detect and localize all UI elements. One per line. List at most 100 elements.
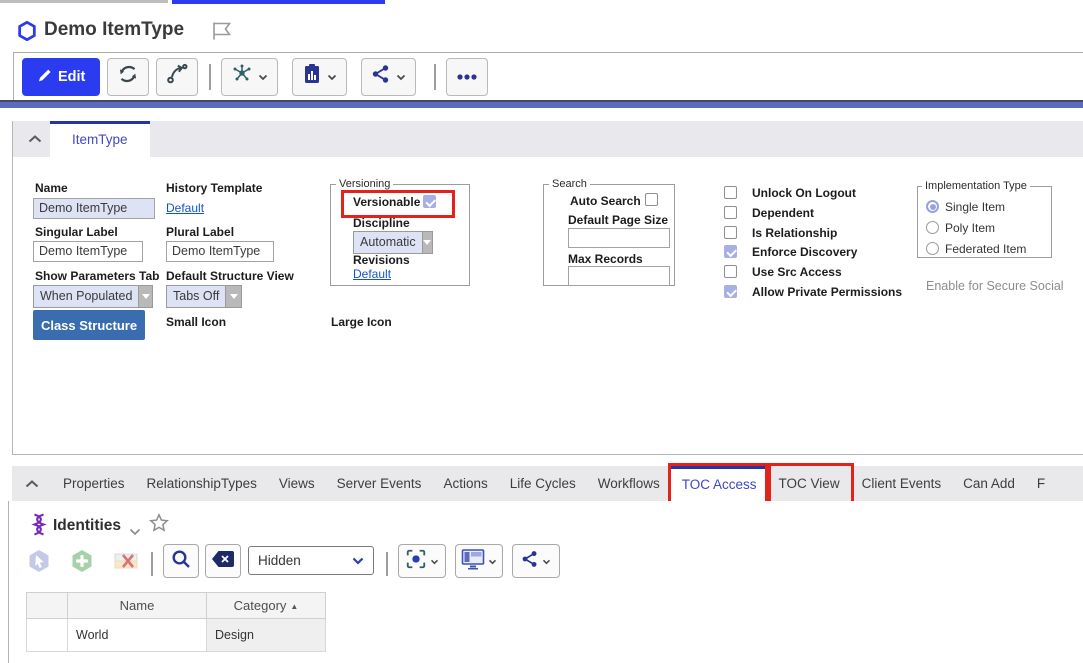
main-toolbar: Edit (13, 52, 1083, 100)
tab-toc-access[interactable]: TOC Access (671, 466, 768, 501)
share-relationships-button[interactable] (512, 544, 560, 578)
collapse-relationships-button[interactable] (12, 466, 52, 501)
top-strip-gray (0, 0, 168, 3)
chevron-down-icon[interactable] (138, 286, 152, 307)
grid-header-name[interactable]: Name (68, 593, 207, 619)
chevron-down-icon (352, 553, 364, 568)
single-item-radio[interactable] (926, 200, 939, 213)
grid-header-rowhandle[interactable] (27, 593, 68, 619)
flag-icon[interactable] (210, 21, 232, 46)
reports-button[interactable] (292, 58, 347, 96)
federated-item-radio[interactable] (926, 242, 939, 255)
tab-server-events[interactable]: Server Events (326, 466, 433, 501)
unlock-on-logout-label: Unlock On Logout (752, 186, 856, 200)
focus-target-icon (405, 548, 427, 575)
poly-item-label: Poly Item (945, 221, 995, 235)
history-template-link[interactable]: Default (166, 201, 204, 215)
poly-item-radio[interactable] (926, 221, 939, 234)
itemtype-hexagon-icon (16, 20, 38, 47)
unlock-on-logout-checkbox[interactable] (724, 186, 737, 199)
tab-views[interactable]: Views (268, 466, 326, 501)
share-button[interactable] (361, 58, 416, 96)
tab-can-add[interactable]: Can Add (952, 466, 1026, 501)
name-field[interactable]: Demo ItemType (33, 198, 155, 219)
revisions-link[interactable]: Default (353, 267, 391, 281)
top-strip-blue (172, 0, 385, 4)
discipline-label: Discipline (353, 216, 410, 230)
federated-item-label: Federated Item (945, 242, 1026, 256)
promote-button[interactable] (156, 58, 198, 96)
tab-itemtype[interactable]: ItemType (50, 121, 150, 157)
run-search-button[interactable] (163, 544, 199, 578)
grid-cell-rowhandle[interactable] (27, 619, 68, 652)
default-structure-select[interactable]: Tabs Off (166, 285, 242, 308)
dependent-checkbox[interactable] (724, 206, 737, 219)
tab-workflows[interactable]: Workflows (587, 466, 671, 501)
collapse-form-button[interactable] (23, 127, 47, 151)
tab-toc-view[interactable]: TOC View (768, 466, 851, 501)
collapse-chevron-icon (25, 475, 39, 493)
sort-asc-icon: ▲ (290, 602, 298, 611)
reports-clipboard-icon (302, 63, 322, 90)
default-page-size-field[interactable] (568, 228, 670, 248)
chevron-down-icon (396, 68, 406, 86)
versionable-checkbox[interactable] (423, 195, 436, 208)
tab-relationshiptypes[interactable]: RelationshipTypes (136, 466, 268, 501)
singular-label-field[interactable]: Demo ItemType (33, 241, 143, 262)
delete-row-icon[interactable] (113, 548, 139, 574)
discipline-select[interactable]: Automatic (353, 231, 433, 254)
auto-search-checkbox[interactable] (645, 193, 658, 206)
chevron-down-icon[interactable] (225, 286, 241, 307)
chevron-down-icon (327, 68, 337, 86)
share-icon (371, 64, 391, 89)
app-window: Demo ItemType Edit (0, 0, 1083, 663)
more-button[interactable] (446, 58, 488, 96)
tab-life-cycles[interactable]: Life Cycles (499, 466, 587, 501)
class-structure-button[interactable]: Class Structure (33, 310, 145, 340)
tab-actions[interactable]: Actions (432, 466, 498, 501)
chevron-down-icon[interactable] (422, 232, 432, 253)
tab-partial[interactable]: F (1026, 466, 1056, 501)
refresh-button[interactable] (107, 58, 149, 96)
focus-button[interactable] (398, 544, 446, 578)
use-src-access-checkbox[interactable] (724, 265, 737, 278)
secure-social-label: Enable for Secure Social (926, 279, 1064, 293)
toolbar-separator (434, 64, 436, 90)
enforce-discovery-label: Enforce Discovery (752, 245, 857, 259)
use-src-access-label: Use Src Access (752, 265, 842, 279)
revisions-label: Revisions (353, 253, 410, 267)
favorite-star-icon[interactable] (149, 513, 169, 538)
grid-header-row: Name Category▲ (27, 593, 326, 619)
name-label: Name (35, 181, 68, 195)
max-records-field[interactable] (568, 266, 670, 286)
show-parameters-select[interactable]: When Populated (33, 285, 153, 308)
layout-button[interactable] (455, 544, 503, 578)
clear-search-button[interactable] (205, 544, 241, 578)
clear-search-icon (211, 550, 235, 573)
is-relationship-checkbox[interactable] (724, 226, 737, 239)
chevron-down-icon[interactable] (129, 523, 141, 541)
toolbar-separator (209, 64, 211, 90)
chevron-down-icon (488, 552, 497, 570)
grid-header-category[interactable]: Category▲ (207, 593, 326, 619)
default-structure-value: Tabs Off (167, 286, 225, 307)
search-mode-select[interactable]: Hidden (248, 546, 374, 575)
enforce-discovery-checkbox[interactable] (724, 245, 737, 258)
structure-button[interactable] (221, 58, 278, 96)
tab-properties[interactable]: Properties (52, 466, 136, 501)
share-icon (521, 550, 539, 573)
tab-client-events[interactable]: Client Events (851, 466, 953, 501)
edit-button[interactable]: Edit (22, 58, 100, 96)
grid-cell-name[interactable]: World (68, 619, 207, 652)
identities-dna-icon (29, 513, 49, 542)
pencil-icon (37, 67, 53, 87)
add-item-icon[interactable] (69, 548, 95, 574)
grid-row[interactable]: World Design (27, 619, 326, 652)
select-cursor-icon[interactable] (26, 548, 52, 574)
discipline-value: Automatic (354, 232, 422, 253)
allow-private-permissions-label: Allow Private Permissions (752, 285, 902, 299)
allow-private-permissions-checkbox[interactable] (724, 285, 737, 298)
grid-cell-category[interactable]: Design (207, 619, 326, 652)
plural-label-field[interactable]: Demo ItemType (166, 241, 274, 262)
implementation-type-legend: Implementation Type (922, 180, 1030, 192)
